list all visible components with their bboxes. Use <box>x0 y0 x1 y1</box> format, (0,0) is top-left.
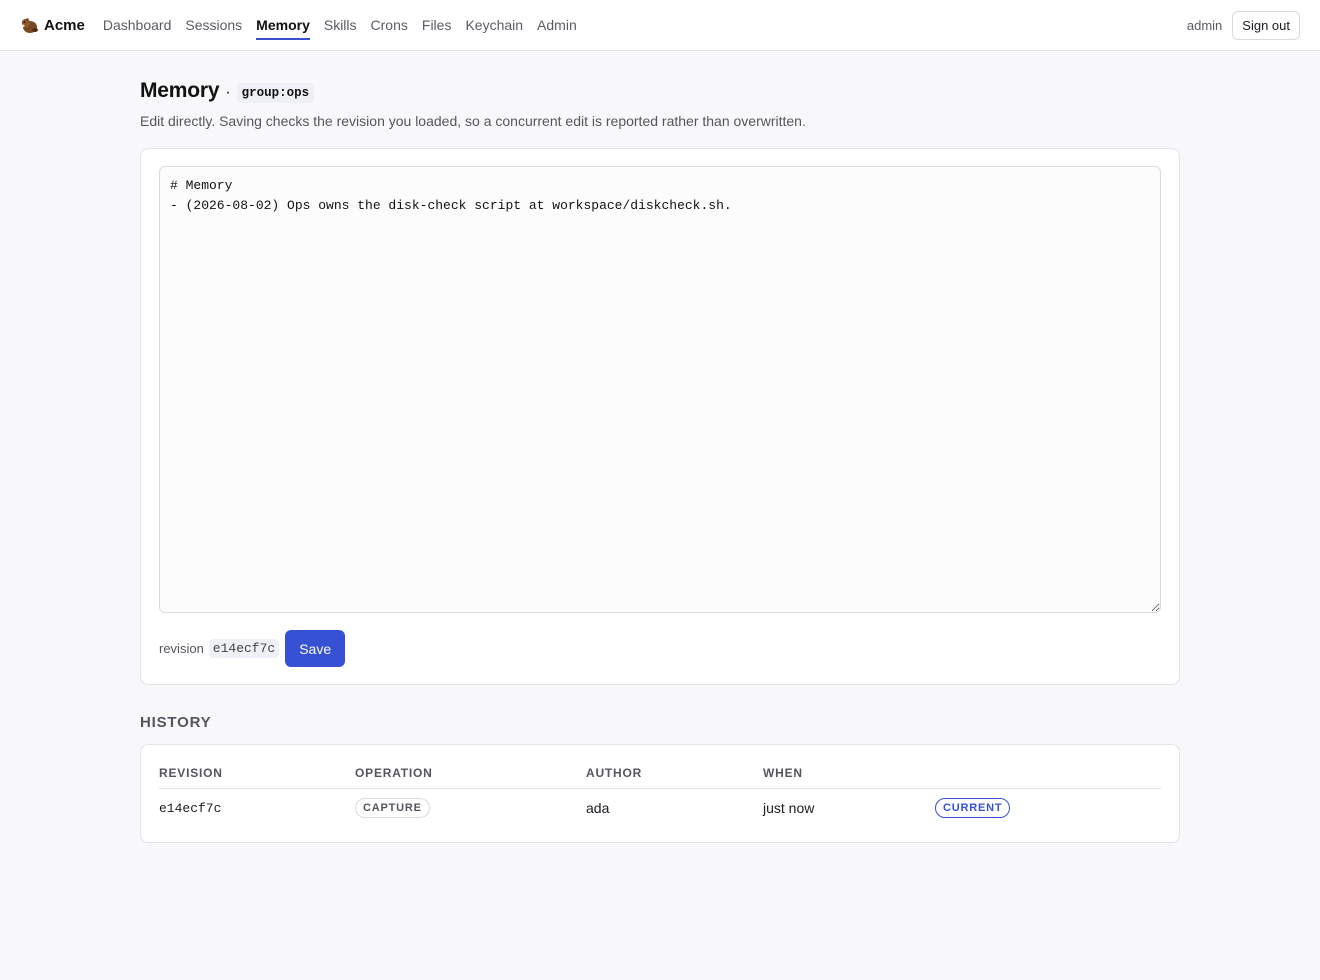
column-header-when: WHEN <box>763 766 935 789</box>
memory-editor[interactable] <box>159 166 1161 613</box>
editor-footer: revision e14ecf7c Save <box>159 630 1161 667</box>
nav-item-dashboard[interactable]: Dashboard <box>103 0 172 51</box>
nav-item-files[interactable]: Files <box>422 0 452 51</box>
revision-label: revision <box>159 641 204 656</box>
nav-item-sessions[interactable]: Sessions <box>185 0 242 51</box>
editor-card: revision e14ecf7c Save <box>140 148 1180 685</box>
main-content: Memory · group:ops Edit directly. Saving… <box>140 51 1180 843</box>
column-header-status <box>935 766 1161 789</box>
brand[interactable]: Acme <box>20 16 85 34</box>
brand-name: Acme <box>44 16 85 34</box>
current-user: admin <box>1186 17 1223 33</box>
history-table: REVISION OPERATION AUTHOR WHEN e14ecf7c … <box>159 766 1161 828</box>
title-separator: · <box>225 84 231 101</box>
page-title: Memory <box>140 79 220 102</box>
page-subtitle: Edit directly. Saving checks the revisio… <box>140 113 806 129</box>
row-status-cell: CURRENT <box>935 789 1161 829</box>
row-author: ada <box>586 800 610 816</box>
nav-item-crons[interactable]: Crons <box>371 0 408 51</box>
history-header-row: REVISION OPERATION AUTHOR WHEN <box>159 766 1161 789</box>
nav-item-memory[interactable]: Memory <box>256 0 310 51</box>
nav-item-admin[interactable]: Admin <box>537 0 577 51</box>
column-header-author: AUTHOR <box>586 766 763 789</box>
table-row: e14ecf7c CAPTURE ada just now CURRENT <box>159 789 1161 829</box>
operation-badge: CAPTURE <box>355 798 430 818</box>
row-operation-cell: CAPTURE <box>355 789 586 829</box>
page-header: Memory · group:ops <box>140 79 1180 104</box>
row-revision[interactable]: e14ecf7c <box>159 789 355 829</box>
sign-out-button[interactable]: Sign out <box>1232 10 1300 40</box>
scope-chip: group:ops <box>236 83 315 103</box>
row-when: just now <box>763 800 815 816</box>
user-area: admin Sign out <box>1186 10 1300 40</box>
column-header-operation: OPERATION <box>355 766 586 789</box>
revision-value: e14ecf7c <box>208 639 280 658</box>
save-button[interactable]: Save <box>285 630 346 667</box>
main-nav: Dashboard Sessions Memory Skills Crons F… <box>103 0 577 51</box>
top-bar: Acme Dashboard Sessions Memory Skills Cr… <box>0 0 1320 51</box>
history-title: HISTORY <box>140 714 212 731</box>
history-card: REVISION OPERATION AUTHOR WHEN e14ecf7c … <box>140 744 1180 843</box>
nav-item-keychain[interactable]: Keychain <box>465 0 523 51</box>
current-badge: CURRENT <box>935 798 1011 818</box>
nav-item-skills[interactable]: Skills <box>324 0 357 51</box>
column-header-revision: REVISION <box>159 766 355 789</box>
beaver-icon <box>21 18 38 33</box>
